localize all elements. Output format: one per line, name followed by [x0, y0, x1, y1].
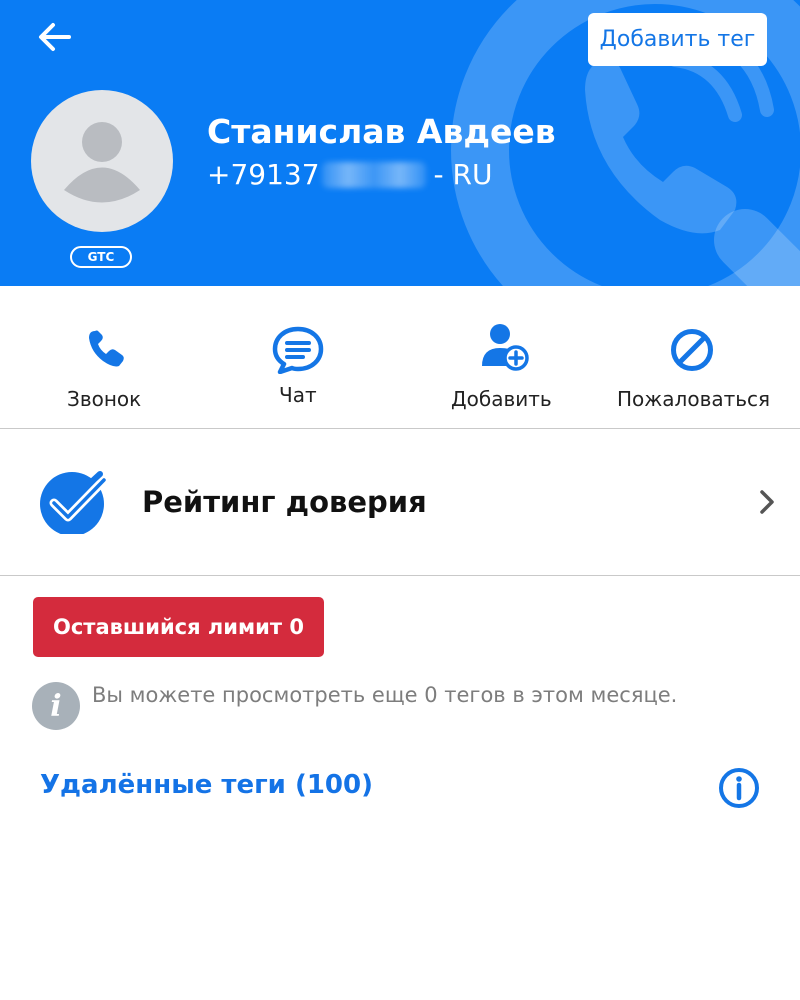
remaining-limit-badge: Оставшийся лимит 0 [33, 597, 324, 657]
trust-rating-row[interactable]: Рейтинг доверия [0, 429, 800, 575]
info-circle-icon[interactable] [718, 767, 760, 809]
phone-icon [89, 330, 124, 367]
chat-button[interactable]: Чат [200, 286, 396, 428]
report-button[interactable]: Пожаловаться [604, 286, 794, 428]
phone-redacted [321, 161, 426, 188]
trust-rating-label: Рейтинг доверия [142, 485, 427, 519]
action-bar: Звонок Чат Добавить Пожаловаться [0, 286, 800, 428]
gtc-badge: GTC [70, 246, 132, 268]
contact-name: Станислав Авдеев [207, 112, 556, 151]
arrow-left-icon [39, 23, 71, 51]
avatar [31, 90, 173, 232]
action-label: Пожаловаться [617, 387, 771, 411]
contact-phone: +79137 - RU [207, 158, 493, 191]
deleted-tags-link[interactable]: Удалённые теги (100) [40, 770, 373, 800]
call-button[interactable]: Звонок [10, 286, 200, 428]
user-placeholder-icon [64, 122, 140, 203]
back-button[interactable] [32, 14, 78, 60]
limit-info-text: Вы можете просмотреть еще 0 тегов в этом… [92, 683, 678, 707]
block-icon [671, 329, 713, 371]
add-contact-icon [482, 324, 529, 371]
contact-screen: Добавить тег GTC Станислав Авдеев +79137… [0, 0, 800, 1000]
action-label: Чат [279, 383, 317, 407]
chat-icon [272, 326, 324, 374]
action-label: Добавить [451, 387, 552, 411]
contact-header: Добавить тег GTC Станислав Авдеев +79137… [0, 0, 800, 286]
action-label: Звонок [67, 387, 142, 411]
phone-prefix: +79137 [207, 158, 320, 191]
trust-check-icon [40, 471, 109, 534]
add-contact-button[interactable]: Добавить [400, 286, 604, 428]
info-icon: i [32, 682, 80, 730]
phone-country: - RU [433, 158, 493, 191]
divider [0, 575, 800, 576]
add-tag-button[interactable]: Добавить тег [588, 13, 767, 66]
chevron-right-icon [760, 490, 774, 514]
